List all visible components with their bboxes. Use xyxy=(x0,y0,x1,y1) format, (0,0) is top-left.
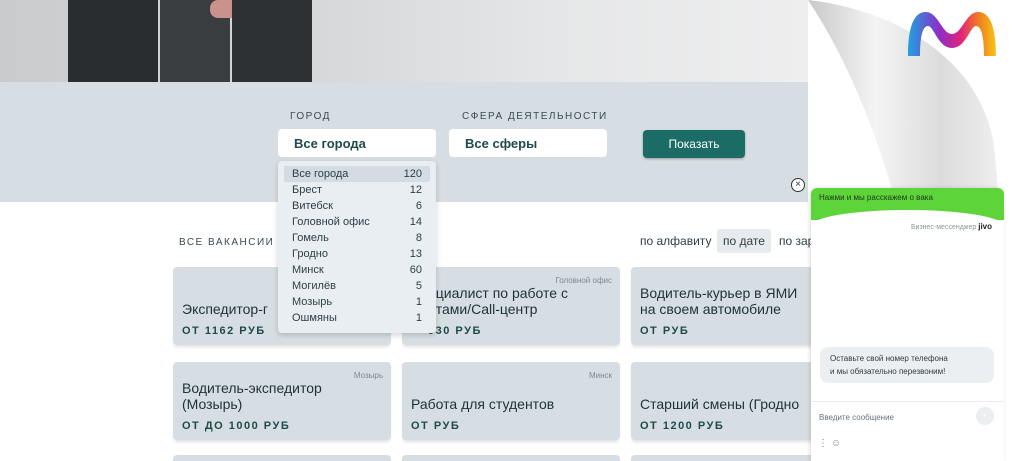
job-title-line2: (Мозырь) xyxy=(182,396,243,412)
job-title: Работа для студентов xyxy=(411,396,555,412)
emoji-icon[interactable]: ☺ xyxy=(831,438,841,449)
chat-header-text: Нажми и мы расскажем о вака xyxy=(819,193,933,202)
dropdown-option[interactable]: Мозырь 1 xyxy=(284,294,430,310)
chat-message-line: и мы обязательно перезвоним! xyxy=(830,367,946,376)
option-name: Минск xyxy=(292,264,324,276)
option-count: 13 xyxy=(409,248,422,260)
option-name: Могилёв xyxy=(292,280,336,292)
chat-brand-name: jivo xyxy=(978,222,992,231)
chat-message-line: Оставьте свой номер телефона xyxy=(830,354,948,363)
job-salary: ОТ РУБ xyxy=(411,420,461,432)
option-name: Все города xyxy=(292,168,349,180)
option-count: 6 xyxy=(415,200,422,212)
option-count: 60 xyxy=(409,264,422,276)
city-label: ГОРОД xyxy=(290,111,331,122)
job-city: Минск xyxy=(588,371,612,380)
page: ГОРОД СФЕРА ДЕЯТЕЛЬНОСТИ Все города Все … xyxy=(0,0,1022,461)
hero-photo xyxy=(0,0,808,82)
chat-brand-prefix: Бизнес-мессенджер xyxy=(910,224,977,231)
city-select[interactable]: Все города xyxy=(278,129,436,157)
job-card[interactable]: Минск Работа для студентов ОТ РУБ xyxy=(402,362,620,440)
chat-close-button[interactable]: × xyxy=(791,178,805,192)
job-title: Водитель-экспедитор xyxy=(182,380,322,396)
job-salary: ОТ 1162 РУБ xyxy=(182,325,266,337)
dropdown-option[interactable]: Минск 60 xyxy=(284,262,430,278)
option-name: Гомель xyxy=(292,232,329,244)
job-card[interactable] xyxy=(173,455,391,461)
option-count: 1 xyxy=(415,296,422,308)
hero-person xyxy=(232,0,312,82)
dropdown-option[interactable]: Гомель 8 xyxy=(284,230,430,246)
dropdown-option[interactable]: Витебск 6 xyxy=(284,198,430,214)
option-name: Головной офис xyxy=(292,216,370,228)
brand-logo xyxy=(908,12,996,56)
option-count: 5 xyxy=(415,280,422,292)
sort-date[interactable]: по дате xyxy=(717,229,771,253)
option-count: 8 xyxy=(415,232,422,244)
show-button[interactable]: Показать xyxy=(643,130,745,158)
chat-brand: Бизнес-мессенджер jivo xyxy=(911,222,992,231)
job-title: ециалист по работе с xyxy=(428,285,568,301)
job-salary: ОТ РУБ xyxy=(640,325,690,337)
job-salary: 930 РУБ xyxy=(428,325,482,337)
more-icon[interactable]: ⋮ xyxy=(818,438,828,449)
city-dropdown: Все города 120 Брест 12 Витебск 6 Головной … xyxy=(278,161,436,333)
job-salary: ОТ ДО 1000 РУБ xyxy=(182,420,291,432)
option-name: Ошмяны xyxy=(292,312,337,324)
sphere-label: СФЕРА ДЕЯТЕЛЬНОСТИ xyxy=(462,111,608,122)
chat-widget: Нажми и мы расскажем о вака Бизнес-мессе… xyxy=(811,188,1004,461)
option-count: 12 xyxy=(409,184,422,196)
job-city: Головной офис xyxy=(555,276,612,285)
option-name: Гродно xyxy=(292,248,328,260)
dropdown-option[interactable]: Все города 120 xyxy=(284,166,430,182)
option-name: Брест xyxy=(292,184,322,196)
option-count: 120 xyxy=(403,168,422,180)
job-city: Мозырь xyxy=(353,371,383,380)
job-salary: ОТ 1200 РУБ xyxy=(640,420,725,432)
chat-message-bubble: Оставьте свой номер телефона и мы обязат… xyxy=(820,347,994,383)
sphere-select[interactable]: Все сферы xyxy=(449,129,607,157)
vacancies-title: ВСЕ ВАКАНСИИ 24 xyxy=(179,237,293,248)
option-name: Мозырь xyxy=(292,296,333,308)
sort-alphabet[interactable]: по алфавиту xyxy=(634,229,717,253)
job-card[interactable] xyxy=(402,455,620,461)
send-icon[interactable]: ↑ xyxy=(976,407,994,425)
option-count: 14 xyxy=(409,216,422,228)
dropdown-option[interactable]: Ошмяны 1 xyxy=(284,310,430,326)
dropdown-option[interactable]: Головной офис 14 xyxy=(284,214,430,230)
option-name: Витебск xyxy=(292,200,333,212)
job-card[interactable]: Мозырь Водитель-экспедитор (Мозырь) ОТ Д… xyxy=(173,362,391,440)
hero-person xyxy=(68,0,158,82)
dropdown-option[interactable]: Брест 12 xyxy=(284,182,430,198)
job-title-line2: нтами/Call-центр xyxy=(428,301,538,317)
dropdown-option[interactable]: Гродно 13 xyxy=(284,246,430,262)
dropdown-option[interactable]: Могилёв 5 xyxy=(284,278,430,294)
chat-tools: ⋮ ☺ xyxy=(818,438,841,449)
option-count: 1 xyxy=(415,312,422,324)
